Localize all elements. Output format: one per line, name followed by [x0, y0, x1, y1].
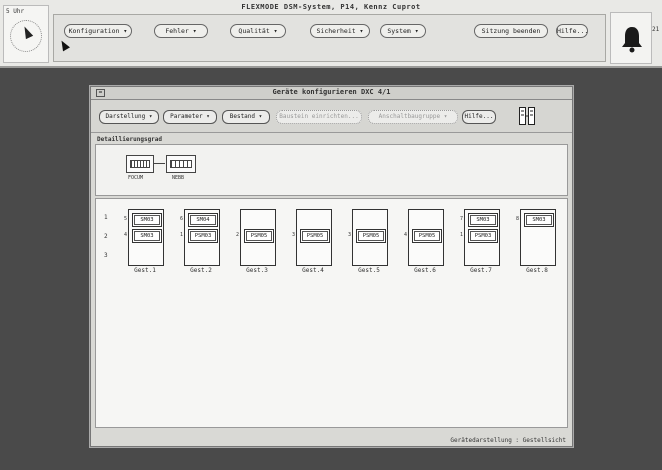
slot-number: 2	[236, 232, 240, 238]
alarm-count: 21	[652, 26, 660, 33]
slot-number: 8	[516, 216, 520, 222]
cabinet[interactable]: PSM05 2	[236, 209, 276, 266]
slot-number: 7	[460, 216, 464, 222]
cabinet[interactable]: PSM05 3	[292, 209, 332, 266]
menu-qualitaet[interactable]: Qualität ▾	[230, 24, 286, 38]
nebb-block-detail	[170, 160, 192, 168]
darstellung-menu-button[interactable]: Darstellung ▾	[99, 110, 159, 124]
module-slot[interactable]: PSM03	[468, 229, 498, 243]
window-titlebar[interactable]: = Geräte konfigurieren DXC 4/1	[91, 87, 572, 100]
cabinet-label: Gest.2	[190, 267, 212, 274]
clock-widget[interactable]: 5 Uhr	[3, 5, 49, 63]
slot-number: 1	[180, 232, 184, 238]
bestand-menu-button[interactable]: Bestand ▾	[222, 110, 270, 124]
baustein-einrichten-button[interactable]: Baustein einrichten...	[276, 110, 362, 124]
module-slot[interactable]: SM03	[132, 229, 162, 243]
status-line: Gerätedarstellung : Gestellsicht	[450, 437, 566, 444]
detail-level-label: Detaillierungsgrad	[97, 136, 163, 143]
window-help-button[interactable]: Hilfe...	[462, 110, 496, 124]
module-slot[interactable]: SM03	[524, 213, 554, 227]
cabinet-label: Gest.6	[414, 267, 436, 274]
cabinet-label: Gest.1	[134, 267, 156, 274]
overview-panel: FOCUM NEBB	[95, 144, 568, 196]
slot-number: 6	[180, 216, 184, 222]
slot-number: 4	[124, 232, 128, 238]
nebb-label: NEBB	[172, 175, 185, 181]
focum-block-detail	[130, 160, 150, 168]
help-button[interactable]: Hilfe...	[556, 24, 588, 38]
menu-konfiguration[interactable]: Konfiguration ▾	[64, 24, 132, 38]
nebb-block[interactable]	[166, 155, 196, 173]
logout-button[interactable]: Sitzung beenden	[474, 24, 548, 38]
module-slot[interactable]: PSM05	[412, 229, 442, 243]
top-application-bar: FLEXMODE DSM-System, P14, Kennz Cuprot 5…	[0, 0, 662, 68]
bell-icon	[622, 27, 642, 53]
cabinet[interactable]: SM03 7 PSM03 1	[460, 209, 500, 266]
cabinet[interactable]: SM03 5 SM03 4	[124, 209, 164, 266]
parameter-menu-button[interactable]: Parameter ▾	[163, 110, 217, 124]
module-slot[interactable]: SM03	[132, 213, 162, 227]
row-number: 1	[104, 214, 108, 221]
slot-number: 4	[404, 232, 408, 238]
cabinet[interactable]: SM04 6 PSM03 1	[180, 209, 220, 266]
menu-fehler[interactable]: Fehler ▾	[154, 24, 208, 38]
module-slot[interactable]: PSM05	[244, 229, 274, 243]
row-number: 2	[104, 233, 108, 240]
rack-panel: 1 2 3 SM03 5 SM03 4 Gest.1 SM04 6 PSM03 1 Gest.2 P…	[95, 198, 568, 428]
slot-number: 3	[292, 232, 296, 238]
row-number: 3	[104, 252, 108, 259]
application-title: FLEXMODE DSM-System, P14, Kennz Cuprot	[241, 3, 421, 11]
alarm-bell-button[interactable]	[610, 12, 652, 64]
main-menu-bar: Konfiguration ▾ Fehler ▾ Qualität ▾ Sich…	[53, 14, 606, 62]
cabinet-label: Gest.3	[246, 267, 268, 274]
window-toolbar: Darstellung ▾ Parameter ▾ Bestand ▾ Baus…	[91, 100, 572, 133]
focum-block[interactable]	[126, 155, 154, 173]
anschaltbaugruppe-menu-button[interactable]: Anschaltbaugruppe ▾	[368, 110, 458, 124]
shelf-view-icon[interactable]	[519, 107, 535, 125]
cabinet-label: Gest.7	[470, 267, 492, 274]
clock-label: 5 Uhr	[6, 8, 25, 15]
cabinet-label: Gest.4	[302, 267, 324, 274]
configure-devices-window: = Geräte konfigurieren DXC 4/1 Darstellu…	[90, 86, 573, 447]
module-slot[interactable]: SM04	[188, 213, 218, 227]
module-slot[interactable]: PSM03	[188, 229, 218, 243]
cabinet-label: Gest.8	[526, 267, 548, 274]
slot-number: 3	[348, 232, 352, 238]
window-title: Geräte konfigurieren DXC 4/1	[272, 88, 391, 96]
cabinet[interactable]: SM03 8	[516, 209, 556, 266]
cabinet[interactable]: PSM05 4	[404, 209, 444, 266]
menu-sicherheit[interactable]: Sicherheit ▾	[310, 24, 370, 38]
menu-system[interactable]: System ▾	[380, 24, 426, 38]
cabinet[interactable]: PSM05 3	[348, 209, 388, 266]
slot-number: 5	[124, 216, 128, 222]
slot-number: 1	[460, 232, 464, 238]
cabinet-label: Gest.5	[358, 267, 380, 274]
module-slot[interactable]: PSM05	[356, 229, 386, 243]
focum-label: FOCUM	[128, 175, 144, 181]
module-slot[interactable]: PSM05	[300, 229, 330, 243]
connection-line	[153, 163, 165, 164]
module-slot[interactable]: SM03	[468, 213, 498, 227]
